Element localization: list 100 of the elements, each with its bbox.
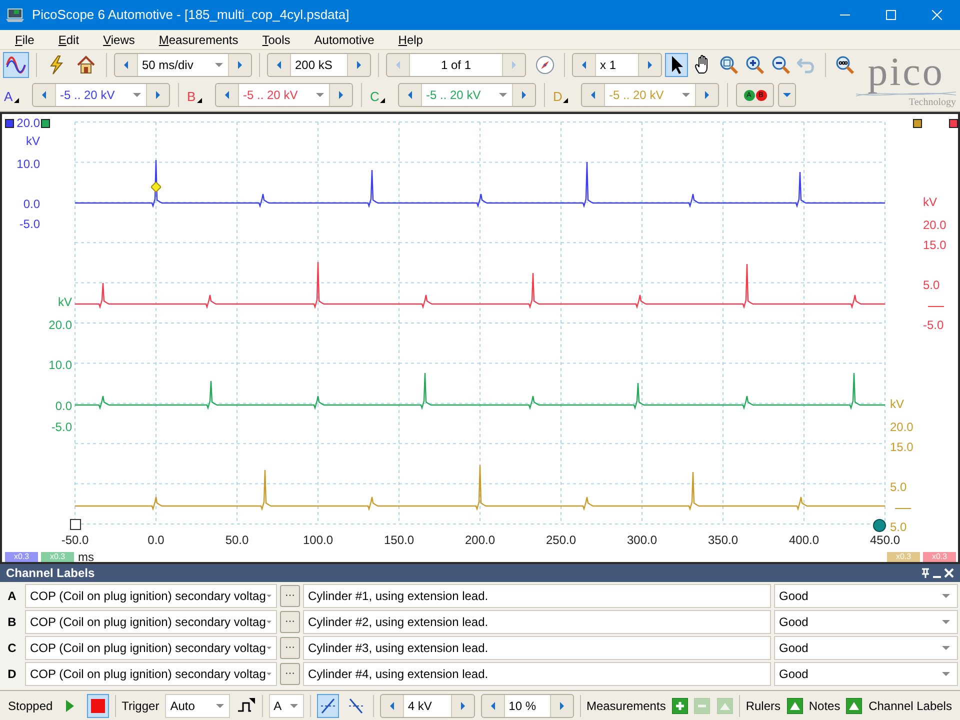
ruler-handle[interactable] (873, 519, 886, 532)
more-button[interactable]: ··· (280, 585, 300, 607)
logo-tagline: Technology (908, 98, 956, 108)
stop-button[interactable] (86, 694, 109, 718)
axis-label: 200.0 (464, 533, 496, 547)
axis-label: 350.0 (708, 533, 738, 547)
maximize-icon (886, 10, 896, 20)
pin-icon[interactable] (921, 568, 930, 578)
trigger-mode-dropdown[interactable]: Auto (165, 694, 230, 718)
axis-label: 5.0 (890, 480, 907, 494)
caret-icon (266, 645, 272, 651)
channel-marker[interactable] (41, 119, 50, 128)
channel-marker[interactable] (5, 119, 14, 128)
status-dropdown[interactable]: Good (774, 636, 958, 660)
label-dropdown[interactable]: COP (Coil on plug ignition) secondary voltag (25, 662, 277, 686)
timebase-dropdown[interactable]: 50 ms/div (137, 54, 229, 76)
channel-button[interactable]: A (4, 83, 28, 107)
axis-label: 15.0 (923, 238, 946, 252)
caret-icon (941, 671, 951, 677)
notes-label: Notes (808, 698, 840, 714)
menu-item[interactable]: Tools (262, 30, 290, 48)
channel-letter: A (6, 588, 18, 605)
status-dropdown[interactable]: Good (774, 584, 958, 608)
range-dropdown[interactable]: -5 .. 20 kV (55, 84, 147, 106)
rising-edge-icon (319, 696, 338, 716)
add-icon (672, 698, 688, 714)
range-dropdown[interactable]: -5 .. 20 kV (238, 84, 330, 106)
label-dropdown[interactable]: COP (Coil on plug ignition) secondary voltag (25, 610, 277, 634)
scale-badge: x0.3 (887, 552, 920, 562)
menu-item[interactable]: Views (103, 30, 135, 48)
axis-label: 400.0 (788, 533, 820, 547)
caret-icon (132, 92, 142, 98)
right-arrow-icon (235, 58, 245, 72)
panel-title: Channel Labels (6, 565, 95, 582)
notes-toggle-button[interactable] (846, 696, 863, 714)
status-dropdown[interactable]: Good (774, 610, 958, 634)
axis-label: -50.0 (61, 533, 89, 547)
trigger-source-dropdown[interactable]: A (268, 694, 304, 718)
axis-label: 20.0 (16, 116, 40, 130)
play-icon (64, 700, 75, 712)
axis-label: 5.0 (890, 520, 907, 534)
corner-triangle-icon (196, 98, 202, 103)
scale-badge: x0.3 (923, 552, 956, 562)
trigger-marker-icon[interactable] (151, 182, 161, 192)
more-button[interactable]: ··· (280, 637, 300, 659)
zoom-field[interactable]: x 1 (595, 54, 639, 76)
pre-trigger-spinner[interactable]: 10 % (480, 694, 574, 718)
compass-button[interactable] (533, 53, 557, 77)
menu-item[interactable]: File (15, 30, 34, 48)
axis-unit: ms (78, 550, 94, 564)
zoom-spinner[interactable]: x 1 (572, 53, 662, 77)
description-field[interactable]: Cylinder #1, using extension lead. (303, 584, 771, 608)
channel-marker[interactable] (949, 119, 958, 128)
right-arrow-icon (519, 88, 529, 102)
samples-spinner[interactable]: 200 kS (267, 53, 371, 77)
description-field[interactable]: Cylinder #3, using extension lead. (303, 636, 771, 660)
menu-item[interactable]: Edit (58, 30, 80, 48)
triangle-icon (716, 698, 733, 714)
label-dropdown[interactable]: COP (Coil on plug ignition) secondary voltag (25, 584, 277, 608)
description-field[interactable]: Cylinder #4, using extension lead. (303, 662, 771, 686)
pointer-button[interactable] (665, 53, 688, 77)
rising-edge-button[interactable] (317, 694, 340, 718)
stop-icon (90, 698, 105, 712)
range-spinner[interactable]: -5 .. 20 kV (215, 83, 353, 107)
menu-item[interactable]: Help (398, 30, 423, 48)
channel-labels-label: Channel Labels (868, 698, 952, 714)
menu-item[interactable]: Measurements (158, 30, 238, 48)
right-arrow-icon (153, 88, 163, 102)
caret-icon (266, 671, 272, 677)
zoom-fit-icon (834, 55, 854, 75)
close-icon[interactable] (944, 568, 954, 578)
window-title: PicoScope 6 Automotive - [185_multi_cop_4cyl.psdata] (32, 6, 350, 24)
pre-trigger-field[interactable]: 10 % (504, 694, 551, 716)
samples-field[interactable]: 200 kS (290, 54, 348, 76)
more-button[interactable]: ··· (280, 663, 300, 685)
axis-label: kV (58, 295, 72, 309)
dropdown-button[interactable] (778, 83, 796, 107)
close-icon (932, 10, 942, 20)
channel-marker[interactable] (913, 119, 922, 128)
rulers-toggle-button[interactable] (786, 696, 803, 714)
axis-label: kV (923, 195, 938, 209)
threshold-field[interactable]: 4 kV (402, 694, 452, 716)
timebase-spinner[interactable]: 50 ms/div (114, 53, 252, 77)
threshold-spinner[interactable]: 4 kV (380, 694, 475, 718)
status-dropdown[interactable]: Good (774, 662, 958, 686)
add-measurement-button[interactable] (672, 696, 688, 714)
axis-label: -5.0 (19, 217, 40, 231)
description-field[interactable]: Cylinder #2, using extension lead. (303, 610, 771, 634)
zoom-in-icon (744, 55, 764, 75)
pulse-icon (236, 698, 255, 714)
ruler-handle[interactable] (70, 519, 81, 530)
range-spinner[interactable]: -5 .. 20 kV (32, 83, 170, 107)
scale-badge: x0.3 (41, 552, 74, 562)
right-arrow-icon (702, 88, 712, 102)
scope-mode-button[interactable] (3, 52, 29, 78)
axis-label: 150.0 (384, 533, 414, 547)
more-button[interactable]: ··· (280, 611, 300, 633)
axis-label: 20.0 (890, 420, 914, 434)
menu-item[interactable]: Automotive (314, 30, 374, 48)
label-dropdown[interactable]: COP (Coil on plug ignition) secondary voltag (25, 636, 277, 660)
